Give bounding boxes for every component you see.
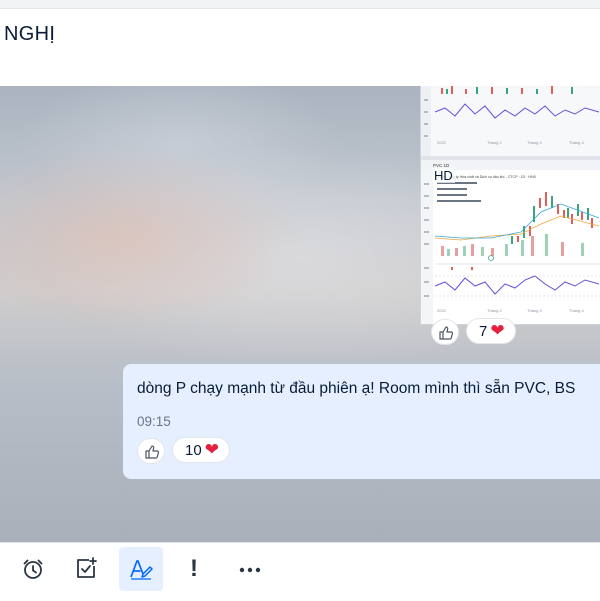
chart-screenshot-graphic: 2022 Tháng 2 Tháng 3 Tháng 4 PVC 1D Tổng… bbox=[421, 86, 600, 324]
message-text: dòng P chạy mạnh từ đầu phiên ạ! Room mì… bbox=[137, 380, 576, 397]
window-top-edge bbox=[0, 0, 600, 9]
text-format-button[interactable] bbox=[119, 547, 163, 591]
heart-icon: ❤ bbox=[490, 321, 505, 340]
more-options-button[interactable] bbox=[228, 547, 272, 591]
svg-text:Tháng 3: Tháng 3 bbox=[527, 140, 542, 145]
heart-icon: ❤ bbox=[204, 440, 219, 459]
composer-toolbar: ! bbox=[0, 542, 600, 601]
svg-text:Tháng 3: Tháng 3 bbox=[527, 308, 542, 313]
more-icon bbox=[239, 567, 261, 573]
message-time: 09:15 bbox=[137, 414, 171, 429]
message-reaction-count[interactable]: 10 ❤ bbox=[172, 437, 230, 463]
thumbs-up-icon bbox=[439, 326, 454, 340]
mark-urgent-button[interactable]: ! bbox=[174, 547, 218, 591]
svg-text:2022: 2022 bbox=[437, 308, 447, 313]
text-format-icon bbox=[130, 560, 153, 580]
reaction-count-value: 10 bbox=[185, 442, 202, 459]
hd-badge: HD bbox=[432, 168, 455, 183]
svg-text:Tháng 4: Tháng 4 bbox=[569, 140, 584, 145]
shared-chart-image[interactable]: 2022 Tháng 2 Tháng 3 Tháng 4 PVC 1D Tổng… bbox=[420, 86, 600, 325]
thumbs-up-icon bbox=[145, 445, 160, 459]
svg-text:Tháng 2: Tháng 2 bbox=[487, 140, 502, 145]
chat-message-area[interactable]: 2022 Tháng 2 Tháng 3 Tháng 4 PVC 1D Tổng… bbox=[0, 86, 600, 542]
urgent-icon: ! bbox=[190, 555, 198, 582]
svg-text:2022: 2022 bbox=[437, 140, 447, 145]
message-bubble[interactable]: dòng P chạy mạnh từ đầu phiên ạ! Room mì… bbox=[123, 364, 600, 479]
svg-text:Tháng 2: Tháng 2 bbox=[487, 308, 502, 313]
message-like-button[interactable] bbox=[137, 438, 165, 464]
reaction-count-value: 7 bbox=[479, 323, 488, 340]
image-like-button[interactable] bbox=[431, 319, 459, 345]
alarm-clock-icon bbox=[23, 559, 43, 579]
image-reaction-count[interactable]: 7 ❤ bbox=[466, 318, 516, 344]
reminder-button[interactable] bbox=[11, 547, 55, 591]
assign-task-button[interactable] bbox=[64, 547, 108, 591]
svg-text:Tháng 4: Tháng 4 bbox=[569, 308, 584, 313]
add-task-icon bbox=[77, 557, 97, 578]
conversation-header: NGHỊ bbox=[0, 9, 600, 86]
conversation-title: NGHỊ bbox=[4, 23, 56, 45]
